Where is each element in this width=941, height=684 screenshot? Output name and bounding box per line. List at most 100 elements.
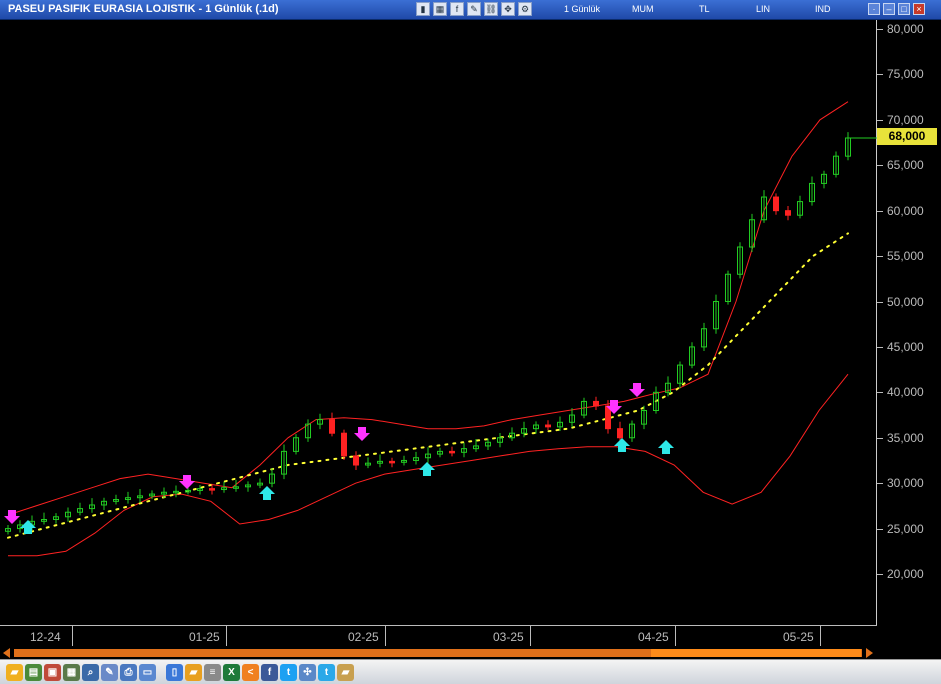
list-icon[interactable]: ≡: [204, 663, 221, 681]
scroll-thumb[interactable]: [651, 649, 861, 657]
move-icon[interactable]: ✥: [501, 2, 515, 16]
candle-body: [329, 419, 335, 434]
link-icon[interactable]: ⛓: [484, 2, 498, 16]
save-icon[interactable]: ▣: [44, 663, 61, 681]
period-label[interactable]: 1 Günlük: [564, 4, 600, 14]
y-axis-label: 65,000: [887, 158, 924, 173]
x-tick: [385, 626, 386, 646]
scroll-left-icon[interactable]: [3, 648, 10, 658]
y-tick: [877, 574, 883, 575]
x-tick: [530, 626, 531, 646]
window-titlebar: PASEU PASIFIK EURASIA LOJISTIK - 1 Günlü…: [0, 0, 941, 20]
x-axis-label: 03-25: [493, 630, 524, 644]
toggle-icon[interactable]: ▦: [433, 2, 447, 16]
y-axis-label: 40,000: [887, 385, 924, 400]
draw-icon[interactable]: ✎: [101, 663, 118, 681]
y-tick: [877, 437, 883, 439]
candle-body: [545, 424, 551, 428]
folder-icon[interactable]: ▰: [6, 663, 23, 681]
y-tick: [877, 29, 883, 30]
buy-signal-arrow: [419, 462, 435, 476]
chart-type-icon[interactable]: ▮: [416, 2, 430, 16]
f-icon[interactable]: f: [450, 2, 464, 16]
candle-body: [449, 450, 455, 454]
y-axis-label: 60,000: [887, 203, 924, 218]
y-axis-label: 35,000: [887, 430, 924, 445]
y-tick: [877, 528, 883, 530]
minimize-button[interactable]: –: [883, 3, 895, 15]
x-axis-label: 02-25: [348, 630, 379, 644]
y-axis-label: 75,000: [887, 67, 924, 82]
print-preview-icon[interactable]: ▭: [139, 663, 156, 681]
x-axis-label: 04-25: [638, 630, 669, 644]
chart-style-label[interactable]: MUM: [632, 4, 654, 14]
open-icon[interactable]: ▰: [185, 663, 202, 681]
y-axis-label: 25,000: [887, 521, 924, 536]
scale-label[interactable]: LIN: [756, 4, 770, 14]
y-axis-label: 20,000: [887, 567, 924, 581]
x-axis: 12-24 01-25 02-25 03-25 04-25 05-25: [0, 625, 877, 648]
sell-signal-arrow: [179, 475, 195, 489]
price-chart[interactable]: [0, 20, 877, 625]
buy-signal-arrow: [614, 438, 630, 452]
candle-body: [593, 400, 599, 407]
buy-signal-arrow: [658, 440, 674, 454]
candle-body: [209, 488, 215, 491]
settings-icon[interactable]: ⚙: [518, 2, 532, 16]
window-title: PASEU PASIFIK EURASIA LOJISTIK - 1 Günlü…: [8, 3, 279, 15]
database-icon[interactable]: ▯: [166, 663, 183, 681]
currency-label[interactable]: TL: [699, 4, 710, 14]
y-tick: [877, 165, 883, 167]
y-axis-label: 70,000: [887, 112, 924, 127]
draw-tools-icon[interactable]: ✎: [467, 2, 481, 16]
candle-body: [773, 196, 779, 212]
y-tick: [877, 483, 883, 485]
t-icon[interactable]: t: [318, 663, 335, 681]
x-axis-label: 01-25: [189, 630, 220, 644]
y-tick: [877, 256, 883, 258]
zoom-icon[interactable]: ⌕: [82, 663, 99, 681]
y-tick: [877, 346, 883, 348]
share-icon[interactable]: <: [242, 663, 259, 681]
y-tick: [877, 210, 883, 212]
chart-icon[interactable]: ▤: [25, 663, 42, 681]
title-toolbar: ▮ ▦ f ✎ ⛓ ✥ ⚙: [416, 2, 532, 18]
y-tick: [877, 392, 883, 394]
indicator-label[interactable]: IND: [815, 4, 831, 14]
grid-icon[interactable]: ▦: [63, 663, 80, 681]
excel-icon[interactable]: X: [223, 663, 240, 681]
x-axis-label: 05-25: [783, 630, 814, 644]
y-axis-label: 45,000: [887, 339, 924, 354]
sell-signal-arrow: [629, 383, 645, 397]
y-tick: [877, 119, 883, 121]
candle-body: [341, 432, 347, 457]
buy-signal-arrow: [259, 486, 275, 500]
chart-plot-area[interactable]: [0, 20, 877, 625]
folder-settings-icon[interactable]: ▰: [337, 663, 354, 681]
y-axis-label: 50,000: [887, 294, 924, 309]
sell-signal-arrow: [354, 427, 370, 441]
candle-body: [785, 210, 791, 216]
x-tick: [675, 626, 676, 646]
x-tick: [72, 626, 73, 646]
maximize-button[interactable]: □: [898, 3, 910, 15]
y-tick: [877, 301, 883, 303]
y-tick: [877, 74, 883, 76]
candle-body: [617, 428, 623, 439]
facebook-icon[interactable]: f: [261, 663, 278, 681]
scroll-right-icon[interactable]: [866, 648, 873, 658]
x-axis-label: 12-24: [30, 630, 61, 644]
link-icon[interactable]: ✣: [299, 663, 316, 681]
y-axis-label: 55,000: [887, 249, 924, 264]
print-icon[interactable]: ⎙: [120, 663, 137, 681]
y-axis-label: 80,000: [887, 22, 924, 36]
horizontal-scrollbar[interactable]: [0, 647, 877, 659]
close-button[interactable]: ×: [913, 3, 925, 15]
candle-body: [389, 460, 395, 464]
bottom-toolbar: ▰ ▤ ▣ ▦ ⌕ ✎ ⎙ ▭ ▯ ▰ ≡ X < f t ✣ t ▰: [0, 659, 941, 684]
twitter-icon[interactable]: t: [280, 663, 297, 681]
x-tick: [226, 626, 227, 646]
x-tick: [820, 626, 821, 646]
pin-button[interactable]: ·: [868, 3, 880, 15]
current-price-tag: 68,000: [877, 128, 937, 145]
